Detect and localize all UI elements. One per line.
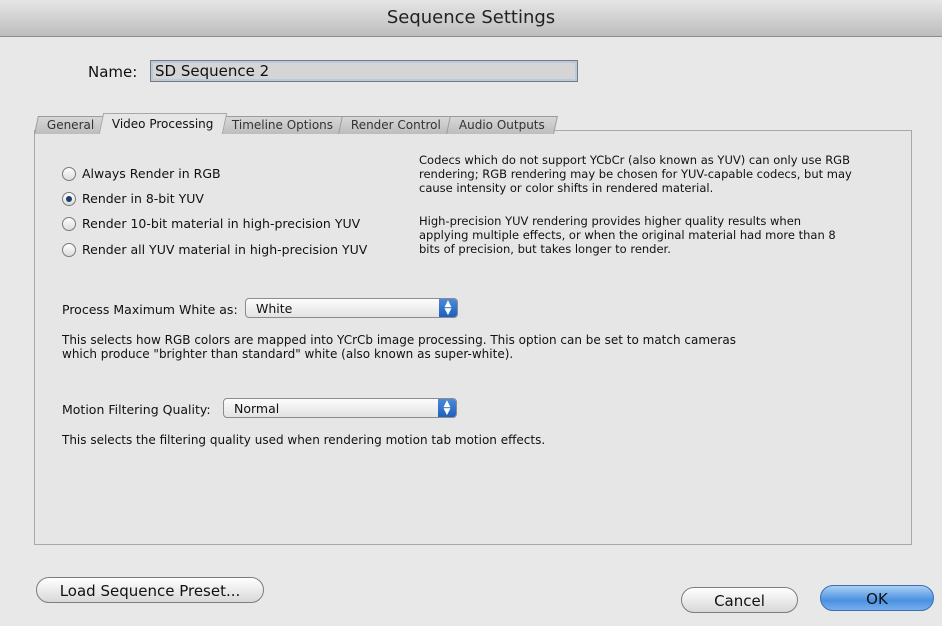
ok-button[interactable]: OK <box>820 585 934 611</box>
select-value: Normal <box>234 401 280 416</box>
max-white-description: This selects how RGB colors are mapped i… <box>62 333 736 361</box>
window-title: Sequence Settings <box>386 7 556 28</box>
max-white-label: Process Maximum White as: <box>62 302 238 317</box>
radio-all-yuv-high-precision[interactable]: Render all YUV material in high-precisio… <box>62 242 367 257</box>
codecs-info: Codecs which do not support YCbCr (also … <box>419 153 852 195</box>
tab-label: General <box>46 118 95 132</box>
motion-filtering-select[interactable]: Normal ▲ ▼ <box>223 398 457 418</box>
tab-general[interactable]: General <box>34 116 108 134</box>
tab-label: Timeline Options <box>231 118 333 132</box>
radio-label: Always Render in RGB <box>82 166 221 181</box>
tab-timeline-options[interactable]: Timeline Options <box>218 116 346 134</box>
radio-label: Render all YUV material in high-precisio… <box>82 242 368 257</box>
radio-button[interactable] <box>62 242 76 257</box>
description-line: which produce "brighter than standard" w… <box>62 347 514 361</box>
radio-label: Render 10-bit material in high-precision… <box>82 216 361 231</box>
info-line: cause intensity or color shifts in rende… <box>419 181 714 195</box>
radio-always-rgb[interactable]: Always Render in RGB <box>62 166 221 181</box>
tab-render-control[interactable]: Render Control <box>338 116 454 134</box>
updown-arrows-icon: ▲ ▼ <box>439 299 457 317</box>
info-line: applying multiple effects, or when the o… <box>419 228 836 242</box>
select-value: White <box>256 301 293 316</box>
max-white-select[interactable]: White ▲ ▼ <box>245 298 458 318</box>
radio-button[interactable] <box>62 191 76 206</box>
tab-label: Audio Outputs <box>458 118 545 132</box>
info-line: bits of precision, but takes longer to r… <box>419 242 671 256</box>
updown-arrows-icon: ▲ ▼ <box>438 399 456 417</box>
info-line: High-precision YUV rendering provides hi… <box>419 214 802 228</box>
tab-label: Video Processing <box>112 117 214 131</box>
tab-audio-outputs[interactable]: Audio Outputs <box>445 116 558 134</box>
radio-label: Render in 8-bit YUV <box>82 191 204 206</box>
tab-bar: General Video Processing Timeline Option… <box>34 113 558 134</box>
radio-10bit-high-precision[interactable]: Render 10-bit material in high-precision… <box>62 216 360 231</box>
radio-button[interactable] <box>62 166 76 181</box>
cancel-button[interactable]: Cancel <box>681 587 798 613</box>
tab-video-processing[interactable]: Video Processing <box>99 113 228 134</box>
description-line: This selects how RGB colors are mapped i… <box>62 333 736 347</box>
motion-filtering-description: This selects the filtering quality used … <box>62 433 546 447</box>
motion-filtering-label: Motion Filtering Quality: <box>62 402 211 417</box>
name-label: Name: <box>88 63 138 81</box>
info-line: Codecs which do not support YCbCr (also … <box>419 153 850 167</box>
title-bar: Sequence Settings <box>0 0 942 37</box>
high-precision-info: High-precision YUV rendering provides hi… <box>419 214 836 256</box>
radio-8bit-yuv[interactable]: Render in 8-bit YUV <box>62 191 204 206</box>
radio-button[interactable] <box>62 216 76 231</box>
tab-label: Render Control <box>350 118 441 132</box>
info-line: rendering; RGB rendering may be chosen f… <box>419 167 852 181</box>
load-sequence-preset-button[interactable]: Load Sequence Preset... <box>36 577 264 603</box>
sequence-name-input[interactable] <box>150 60 578 82</box>
